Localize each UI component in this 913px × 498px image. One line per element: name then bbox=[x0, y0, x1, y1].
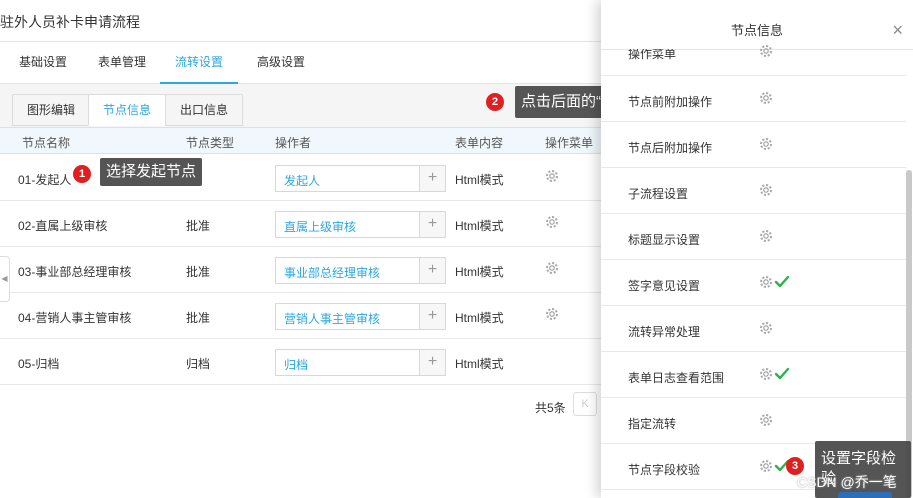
add-operator-button[interactable]: + bbox=[419, 212, 445, 237]
drawer-item-label: 表单日志查看范围 bbox=[628, 371, 725, 385]
gear-icon[interactable] bbox=[758, 320, 774, 336]
drawer-confirm-button[interactable] bbox=[838, 492, 892, 498]
node-name: 03-事业部总经理审核 bbox=[18, 265, 132, 279]
drawer-item[interactable]: 表单日志查看范围 bbox=[601, 352, 906, 398]
gear-icon[interactable] bbox=[544, 260, 560, 276]
drawer-item-label: 流转异常处理 bbox=[628, 325, 701, 339]
node-type: 归档 bbox=[186, 357, 211, 371]
operator-value: 发起人 bbox=[284, 174, 321, 188]
drawer-item[interactable]: 签字意见设置 bbox=[601, 260, 906, 306]
drawer-item-label: 节点前附加操作 bbox=[628, 95, 713, 109]
drawer-item[interactable]: 节点后附加操作 bbox=[601, 122, 906, 168]
node-type: 批准 bbox=[186, 219, 211, 233]
drawer-item-label: 子流程设置 bbox=[628, 187, 689, 201]
subtab-exit-info[interactable]: 出口信息 bbox=[165, 94, 244, 126]
add-operator-button[interactable]: + bbox=[419, 258, 445, 283]
drawer-item[interactable]: 标题显示设置 bbox=[601, 214, 906, 260]
annotation-callout-1: 选择发起节点 bbox=[100, 158, 203, 186]
gear-icon[interactable] bbox=[758, 182, 774, 198]
gear-icon[interactable] bbox=[758, 90, 774, 106]
node-type: 批准 bbox=[186, 265, 211, 279]
pager-total: 共5条 bbox=[535, 401, 566, 415]
col-menu: 操作菜单 bbox=[545, 136, 594, 150]
gear-icon[interactable] bbox=[758, 274, 774, 290]
tab-form-management[interactable]: 表单管理 bbox=[98, 42, 146, 84]
check-icon bbox=[774, 367, 790, 380]
gear-icon[interactable] bbox=[544, 306, 560, 322]
drawer-item[interactable]: 节点前附加操作 bbox=[601, 76, 906, 122]
drawer-item[interactable]: 子流程设置 bbox=[601, 168, 906, 214]
drawer-item[interactable]: 操作菜单 bbox=[601, 31, 906, 76]
drawer-item-label: 标题显示设置 bbox=[628, 233, 701, 247]
check-icon bbox=[774, 275, 790, 288]
col-node-type: 节点类型 bbox=[186, 136, 235, 150]
gear-icon[interactable] bbox=[544, 214, 560, 230]
col-node-name: 节点名称 bbox=[22, 136, 71, 150]
annotation-badge-1: 1 bbox=[73, 165, 91, 183]
node-name: 02-直属上级审核 bbox=[18, 219, 108, 233]
gear-icon[interactable] bbox=[758, 228, 774, 244]
node-info-drawer: 节点信息 × 操作菜单 节点前附加操作 节点后附加操作 子流程设置 标题显示设置… bbox=[601, 0, 913, 498]
node-name: 05-归档 bbox=[18, 357, 60, 371]
collapse-handle[interactable]: ◀ bbox=[0, 256, 10, 302]
drawer-item[interactable]: 流转异常处理 bbox=[601, 306, 906, 352]
gear-icon[interactable] bbox=[758, 43, 774, 59]
col-operator: 操作者 bbox=[275, 136, 312, 150]
gear-icon[interactable] bbox=[544, 168, 560, 184]
operator-field[interactable]: 事业部总经理审核 + bbox=[275, 257, 446, 284]
node-name: 04-营销人事主管审核 bbox=[18, 311, 132, 325]
gear-icon[interactable] bbox=[758, 458, 774, 474]
pager-prev-button[interactable]: K bbox=[573, 392, 597, 416]
form-mode: Html模式 bbox=[455, 219, 504, 233]
operator-value: 营销人事主管审核 bbox=[284, 312, 381, 326]
form-mode: Html模式 bbox=[455, 173, 504, 187]
col-form-content: 表单内容 bbox=[455, 136, 504, 150]
gear-icon[interactable] bbox=[758, 136, 774, 152]
operator-value: 直属上级审核 bbox=[284, 220, 357, 234]
add-operator-button[interactable]: + bbox=[419, 350, 445, 375]
operator-field[interactable]: 直属上级审核 + bbox=[275, 211, 446, 238]
form-mode: Html模式 bbox=[455, 357, 504, 371]
subtab-node-info[interactable]: 节点信息 bbox=[88, 94, 167, 126]
gear-icon[interactable] bbox=[758, 366, 774, 382]
form-mode: Html模式 bbox=[455, 265, 504, 279]
drawer-item-label: 签字意见设置 bbox=[628, 279, 701, 293]
gear-icon[interactable] bbox=[758, 412, 774, 428]
drawer-item-label: 节点后附加操作 bbox=[628, 141, 713, 155]
watermark: CSDN @乔一笔 bbox=[797, 474, 897, 490]
node-name: 01-发起人 bbox=[18, 173, 72, 187]
operator-value: 归档 bbox=[284, 358, 309, 372]
operator-field[interactable]: 发起人 + bbox=[275, 165, 446, 192]
drawer-item-label: 指定流转 bbox=[628, 417, 677, 431]
tab-flow-settings[interactable]: 流转设置 bbox=[160, 42, 238, 84]
tab-advanced-settings[interactable]: 高级设置 bbox=[257, 42, 305, 84]
drawer-item-label: 操作菜单 bbox=[628, 47, 677, 61]
operator-value: 事业部总经理审核 bbox=[284, 266, 381, 280]
node-type: 批准 bbox=[186, 311, 211, 325]
add-operator-button[interactable]: + bbox=[419, 166, 445, 191]
drawer-item-label: 节点字段校验 bbox=[628, 463, 701, 477]
add-operator-button[interactable]: + bbox=[419, 304, 445, 329]
form-mode: Html模式 bbox=[455, 311, 504, 325]
drawer-item[interactable]: 指定流转 bbox=[601, 398, 906, 444]
subtab-graph-edit[interactable]: 图形编辑 bbox=[12, 94, 91, 126]
operator-field[interactable]: 归档 + bbox=[275, 349, 446, 376]
page-title: 驻外人员补卡申请流程 bbox=[0, 14, 140, 30]
operator-field[interactable]: 营销人事主管审核 + bbox=[275, 303, 446, 330]
annotation-badge-2: 2 bbox=[486, 93, 504, 111]
tab-basic-settings[interactable]: 基础设置 bbox=[19, 42, 67, 84]
